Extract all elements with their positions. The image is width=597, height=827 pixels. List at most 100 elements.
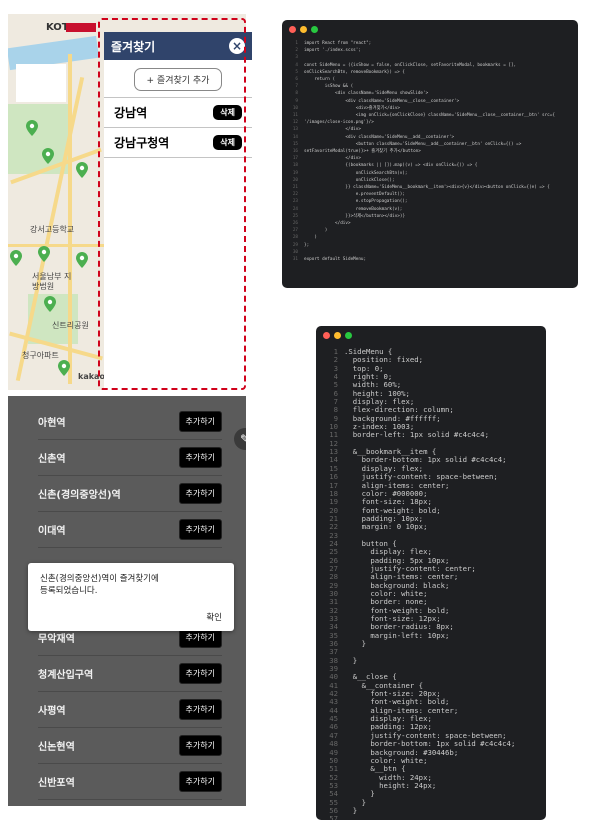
code-line: 22 margin: 0 10px;	[322, 522, 515, 531]
code-body: 1 import React from "react"; 2 import './in…	[288, 40, 555, 263]
map-pin-icon[interactable]	[44, 296, 56, 312]
code-text: isShow && (	[304, 84, 354, 90]
code-text: onClickSearchBtn(v);	[304, 170, 408, 176]
station-name: 사평역	[38, 706, 66, 717]
map-pin-icon[interactable]	[10, 250, 22, 266]
station-row[interactable]: 아현역 추가하기	[38, 404, 222, 440]
code-line: 30	[288, 249, 555, 256]
code-text: }} className='SideMenu__bookmark__item'>…	[304, 185, 550, 191]
line-number: 14	[292, 134, 298, 140]
code-line: 24 removeBookmark(v);	[288, 206, 555, 213]
code-line: 5 onClickSearchBtn, removeBookmark}) => {	[288, 69, 555, 76]
code-line: 14 <div className='SideMenu__add__contai…	[288, 134, 555, 141]
dialog-line: 신촌(경의중앙선)역이 즐겨찾기에	[40, 574, 159, 584]
add-station-button[interactable]: 추가하기	[178, 663, 222, 684]
code-editor-jsx: 1 import React from "react"; 2 import './in…	[282, 20, 578, 288]
station-row[interactable]: 이대역 추가하기	[38, 512, 222, 548]
map-pin-icon[interactable]	[38, 246, 50, 262]
station-row[interactable]: 신촌(경의중앙선)역 추가하기	[38, 476, 222, 512]
add-station-button[interactable]: 추가하기	[178, 519, 222, 540]
code-line: 17 </div>	[288, 155, 555, 162]
line-number: 20	[292, 177, 298, 183]
line-number: 5	[295, 69, 298, 75]
code-line: 12 '/images/close-icon.png'}/>	[288, 119, 555, 126]
station-row[interactable]: 신반포역 추가하기	[38, 764, 222, 800]
code-line: 3	[288, 54, 555, 61]
line-number: 8	[295, 91, 298, 97]
code-text: onClickSearchBtn, removeBookmark}) => {	[304, 69, 405, 75]
add-station-button[interactable]: 추가하기	[178, 771, 222, 792]
add-station-button[interactable]: 추가하기	[178, 411, 222, 432]
map-pin-icon[interactable]	[26, 120, 38, 136]
map-pin-icon[interactable]	[42, 148, 54, 164]
code-line: 27 )	[288, 227, 555, 234]
code-text: return (	[304, 77, 336, 83]
code-line: 15 <button className='SideMenu__add__con…	[288, 141, 555, 148]
station-list-screen: 아현역 추가하기 신촌역 추가하기 신촌(경의중앙선)역 추가하기 이대역 추가하기 무악재역 추…	[8, 396, 246, 806]
line-number: 23	[292, 199, 298, 205]
line-number: 12	[292, 120, 298, 126]
code-text: )	[304, 235, 317, 241]
line-number: 18	[292, 163, 298, 169]
code-line: 22 e.preventDefault();	[288, 191, 555, 198]
code-text: <div>즐겨찾기</div>	[304, 105, 401, 111]
add-station-button[interactable]: 추가하기	[178, 447, 222, 468]
confirm-dialog: 신촌(경의중앙선)역이 즐겨찾기에 등록되었습니다. 확인	[28, 563, 234, 631]
pencil-icon[interactable]: ✎	[234, 428, 246, 450]
code-line: 11 <img onClick={onClickClose} className…	[288, 112, 555, 119]
code-line: 28 )	[288, 234, 555, 241]
line-number: 6	[295, 77, 298, 83]
station-row[interactable]: 청계산입구역 추가하기	[38, 656, 222, 692]
add-station-button[interactable]: 추가하기	[178, 699, 222, 720]
line-number: 7	[295, 84, 298, 90]
station-name: 신반포역	[38, 778, 75, 789]
code-line: 29};	[288, 242, 555, 249]
station-row[interactable]: 신논현역 추가하기	[38, 728, 222, 764]
map-pin-icon[interactable]	[76, 252, 88, 268]
code-body: 1 .SideMenu {2 position: fixed; 3 top: 0; 4…	[322, 347, 515, 820]
station-row[interactable]: 사평역 추가하기	[38, 692, 222, 728]
station-name: 신촌역	[38, 454, 66, 465]
code-line: 8 <div className='SideMenu showSlide'>	[288, 90, 555, 97]
line-number: 27	[292, 228, 298, 234]
code-line: 4 const SideMenu = ({isShow = false, onCl…	[288, 62, 555, 69]
code-text: </div>	[304, 127, 361, 133]
line-number: 26	[292, 221, 298, 227]
line-number: 11	[292, 113, 298, 119]
line-number: 19	[292, 170, 298, 176]
line-number: 16	[292, 149, 298, 155]
code-text: export default SideMenu;	[304, 257, 367, 263]
code-line: 57	[322, 814, 515, 820]
window-controls	[289, 26, 318, 33]
code-text: }	[344, 655, 358, 665]
code-text: <div className='SideMenu__add__container…	[304, 134, 455, 140]
code-line: 18 {(bookmarks || []).map((v) => <div on…	[288, 162, 555, 169]
window-controls	[323, 332, 352, 339]
line-number: 3	[295, 55, 298, 61]
station-name: 신논현역	[38, 742, 75, 753]
map-label: 신트리공원	[52, 321, 89, 330]
map-pin-icon[interactable]	[58, 360, 70, 376]
map-pin-icon[interactable]	[76, 162, 88, 178]
add-station-button[interactable]: 추가하기	[178, 483, 222, 504]
line-number: 21	[292, 185, 298, 191]
code-text: import './index.scss';	[304, 48, 361, 54]
logo-stripe	[66, 23, 96, 32]
code-text: const SideMenu = ({isShow = false, onCli…	[304, 62, 517, 68]
map-label: 서울남부 지방법원	[32, 272, 72, 291]
code-text: </div>	[304, 156, 361, 162]
add-station-button[interactable]: 추가하기	[178, 735, 222, 756]
station-name: 아현역	[38, 418, 66, 429]
line-number: 17	[292, 156, 298, 162]
line-number: 13	[292, 127, 298, 133]
code-text: </div>	[304, 221, 351, 227]
code-line: 23 e.stopPropagation();	[288, 198, 555, 205]
maximize-dot-icon	[311, 26, 318, 33]
confirm-button[interactable]: 확인	[206, 611, 222, 623]
station-name: 청계산입구역	[38, 670, 94, 681]
code-text: <div className='SideMenu showSlide'>	[304, 91, 429, 97]
code-text: border-left: 1px solid #c4c4c4;	[344, 430, 489, 440]
station-row[interactable]: 신촌역 추가하기	[38, 440, 222, 476]
code-text: }	[344, 805, 358, 815]
line-number: 15	[292, 141, 298, 147]
